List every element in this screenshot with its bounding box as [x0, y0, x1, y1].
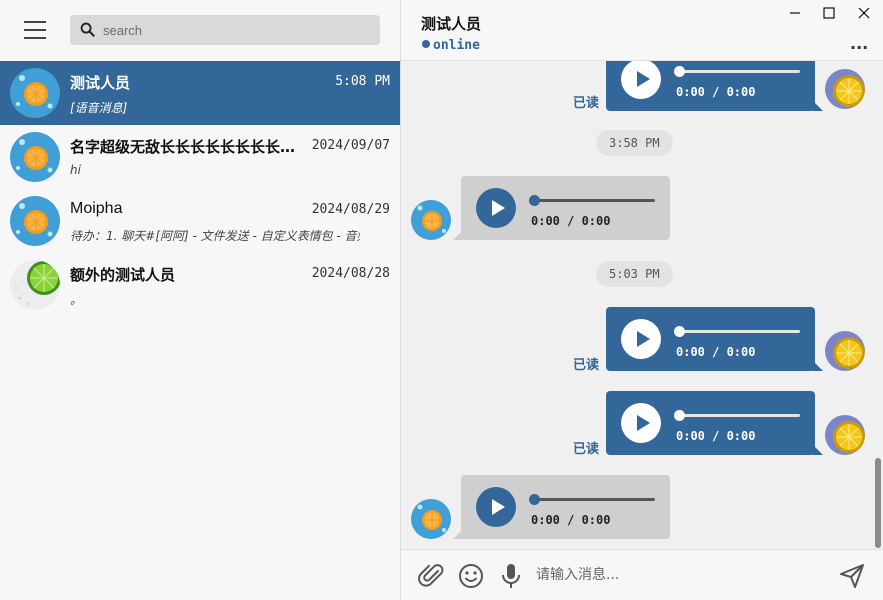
slider-knob[interactable]	[674, 66, 685, 77]
play-icon	[637, 71, 650, 87]
play-button[interactable]	[476, 188, 516, 228]
attachment-icon[interactable]	[418, 562, 446, 590]
conversation-name: 名字超级无敌长长长长长长长长长长长长长长	[70, 138, 310, 156]
voice-message-outgoing: 0:00 / 0:00	[606, 391, 823, 455]
conversation-preview: hi	[70, 163, 81, 177]
avatar	[10, 196, 60, 246]
online-status: online	[422, 38, 480, 53]
sidebar-topbar	[0, 0, 400, 61]
chat-panel: 测试人员 online ... 已读 0:00 / 0:00 3:58 PM 0…	[401, 0, 883, 600]
audio-progress-slider[interactable]	[529, 494, 655, 505]
play-button[interactable]	[621, 319, 661, 359]
slider-knob[interactable]	[674, 410, 685, 421]
search-icon	[80, 22, 95, 37]
menu-icon[interactable]	[24, 21, 46, 39]
message-scrollbar[interactable]	[875, 458, 881, 548]
voice-message-incoming: 0:00 / 0:00	[453, 475, 670, 539]
my-avatar	[825, 69, 865, 109]
voice-message-incoming: 0:00 / 0:00	[453, 176, 670, 240]
conversation-item[interactable]: Moipha 2024/08/29 待办：1. 聊天#[阿阿] - 文件发送 -…	[0, 189, 400, 253]
audio-duration: 0:00 / 0:00	[676, 429, 756, 443]
audio-progress-slider[interactable]	[674, 326, 800, 337]
time-divider: 3:58 PM	[596, 130, 673, 156]
audio-duration: 0:00 / 0:00	[531, 513, 611, 527]
voice-message-outgoing: 0:00 / 0:00	[606, 61, 823, 111]
lemon-icon	[825, 331, 865, 371]
conversation-sidebar: 测试人员 5:08 PM [语音消息] 名字超级无敌长长长长长长长长长长长长长长…	[0, 0, 401, 600]
microphone-icon[interactable]	[497, 562, 525, 590]
bubble-tail	[453, 529, 463, 539]
conversation-name: 测试人员	[70, 74, 131, 92]
play-icon	[637, 331, 650, 347]
play-icon	[492, 499, 505, 515]
emoji-icon[interactable]	[457, 562, 485, 590]
bubble-tail	[813, 445, 823, 455]
avatar	[10, 132, 60, 182]
audio-progress-slider[interactable]	[674, 66, 800, 77]
lemon-icon	[825, 69, 865, 109]
voice-message-outgoing: 0:00 / 0:00	[606, 307, 823, 371]
bubble-tail	[453, 230, 463, 240]
contact-avatar	[411, 499, 451, 539]
read-receipt: 已读	[573, 442, 600, 457]
audio-duration: 0:00 / 0:00	[676, 85, 756, 99]
slider-knob[interactable]	[674, 326, 685, 337]
conversation-time: 2024/08/29	[311, 202, 390, 217]
bubble-tail	[813, 101, 823, 111]
bubble-tail	[813, 361, 823, 371]
search-box[interactable]	[70, 15, 380, 45]
audio-progress-slider[interactable]	[529, 195, 655, 206]
conversation-name: 额外的测试人员	[70, 266, 176, 284]
send-icon[interactable]	[838, 562, 866, 590]
slider-knob[interactable]	[529, 494, 540, 505]
minimize-icon[interactable]	[782, 3, 808, 23]
avatar	[10, 260, 60, 310]
play-button[interactable]	[621, 403, 661, 443]
play-icon	[637, 415, 650, 431]
read-receipt: 已读	[573, 358, 600, 373]
slider-knob[interactable]	[529, 195, 540, 206]
conversation-name: Moipha	[70, 200, 123, 217]
contact-avatar	[411, 200, 451, 240]
my-avatar	[825, 415, 865, 455]
orange-icon	[10, 132, 60, 182]
conversation-item[interactable]: 测试人员 5:08 PM [语音消息]	[0, 61, 400, 125]
chat-header: 测试人员 online ...	[401, 0, 883, 61]
conversation-item[interactable]: 额外的测试人员 2024/08/28 。	[0, 253, 400, 317]
avatar	[10, 68, 60, 118]
orange-icon	[10, 68, 60, 118]
conversation-time: 2024/09/07	[311, 138, 390, 153]
audio-duration: 0:00 / 0:00	[676, 345, 756, 359]
maximize-icon[interactable]	[816, 3, 842, 23]
orange-icon	[10, 196, 60, 246]
play-button[interactable]	[476, 487, 516, 527]
conversation-time: 2024/08/28	[311, 266, 390, 281]
orange-icon	[411, 499, 451, 539]
my-avatar	[825, 331, 865, 371]
audio-duration: 0:00 / 0:00	[531, 214, 611, 228]
search-input[interactable]	[103, 15, 373, 45]
read-receipt: 已读	[573, 96, 600, 111]
orange-icon	[411, 200, 451, 240]
conversation-preview: 待办：1. 聊天#[阿阿] - 文件发送 - 自定义表情包 - 音频发送 ...	[70, 229, 360, 243]
conversation-item[interactable]: 名字超级无敌长长长长长长长长长长长长长长 2024/09/07 hi	[0, 125, 400, 189]
audio-progress-slider[interactable]	[674, 410, 800, 421]
play-icon	[492, 200, 505, 216]
close-icon[interactable]	[851, 3, 877, 23]
more-options-button[interactable]: ...	[850, 34, 868, 53]
conversation-time: 5:08 PM	[335, 74, 390, 89]
conversation-preview: [语音消息]	[70, 101, 128, 115]
lemon-icon	[825, 415, 865, 455]
status-dot-icon	[422, 40, 430, 48]
message-list: 已读 0:00 / 0:00 3:58 PM 0:00 / 0:00 5:03 …	[401, 61, 883, 549]
message-input[interactable]	[536, 562, 816, 588]
play-button[interactable]	[621, 61, 661, 99]
status-text: online	[433, 38, 480, 53]
chat-title: 测试人员	[421, 15, 482, 33]
time-divider: 5:03 PM	[596, 261, 673, 287]
message-composer	[401, 549, 883, 600]
lime-icon	[10, 260, 60, 310]
conversation-preview: 。	[70, 293, 83, 307]
